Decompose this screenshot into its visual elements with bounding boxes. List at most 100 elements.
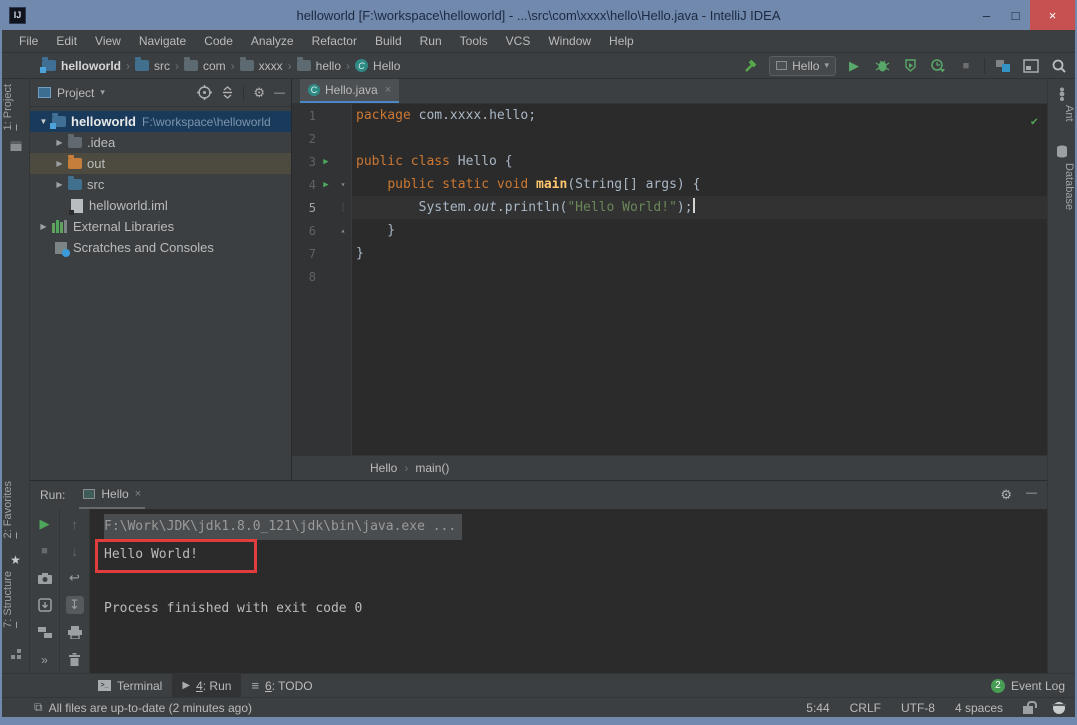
run-toolbar-secondary: ↑ ↓ ↩ ↧ <box>60 509 90 673</box>
run-with-profiler-button[interactable] <box>928 56 948 76</box>
breadcrumb-xxxx[interactable]: xxxx <box>240 59 283 73</box>
close-tab-icon[interactable]: × <box>385 84 391 96</box>
locate-file-button[interactable] <box>197 85 212 100</box>
restore-layout-button[interactable] <box>36 596 54 614</box>
run-console-output[interactable]: F:\Work\JDK\jdk1.8.0_121\jdk\bin\java.ex… <box>90 509 1047 673</box>
breadcrumb-hello[interactable]: hello <box>297 59 341 73</box>
soft-wrap-button[interactable]: ↩ <box>66 569 84 587</box>
menu-file[interactable]: File <box>10 30 47 52</box>
tree-row-scratches[interactable]: Scratches and Consoles <box>30 237 291 258</box>
tree-row-idea[interactable]: ▶ .idea <box>30 132 291 153</box>
hide-panel-button[interactable]: — <box>274 87 285 99</box>
breadcrumb-class-hello[interactable]: CHello <box>355 59 400 73</box>
tree-collapsed-icon[interactable]: ▶ <box>54 159 65 168</box>
tool-window-button-ant[interactable]: Ant <box>1048 105 1075 122</box>
frame-icon[interactable]: ⧉ <box>34 700 43 715</box>
breadcrumb-method[interactable]: main() <box>415 461 449 475</box>
inspection-profile-icon[interactable] <box>1053 702 1065 714</box>
run-toolbar-primary: ▶ ■ » <box>30 509 60 673</box>
run-tab-hello[interactable]: Hello × <box>79 481 145 509</box>
project-view-selector[interactable]: Project <box>57 86 94 100</box>
line-ending-indicator[interactable]: CRLF <box>850 701 881 715</box>
project-tree: ▼ helloworld F:\workspace\helloworld ▶ .… <box>30 107 291 258</box>
tree-collapsed-icon[interactable]: ▶ <box>38 222 49 231</box>
tree-row-helloworld[interactable]: ▼ helloworld F:\workspace\helloworld <box>30 111 291 132</box>
close-tab-icon[interactable]: × <box>135 488 141 500</box>
screenshot-button[interactable] <box>36 569 54 587</box>
menu-help[interactable]: Help <box>600 30 643 52</box>
print-button[interactable] <box>66 623 84 641</box>
menu-refactor[interactable]: Refactor <box>303 30 366 52</box>
run-main-gutter-icon[interactable]: ▶ <box>316 180 336 190</box>
tree-expanded-icon[interactable]: ▼ <box>38 117 49 126</box>
menu-code[interactable]: Code <box>195 30 242 52</box>
tool-window-button-database[interactable]: Database <box>1048 163 1075 210</box>
project-folder-icon <box>52 116 66 127</box>
code-text[interactable]: package com.xxxx.hello; public class Hel… <box>352 104 1047 455</box>
debug-button[interactable] <box>872 56 892 76</box>
encoding-indicator[interactable]: UTF-8 <box>901 701 935 715</box>
tree-row-external-libraries[interactable]: ▶ External Libraries <box>30 216 291 237</box>
dump-threads-button[interactable] <box>36 623 54 641</box>
console-exit-line: Process finished with exit code 0 <box>104 596 1047 622</box>
hide-panel-button[interactable]: — <box>1026 487 1037 503</box>
menu-navigate[interactable]: Navigate <box>130 30 195 52</box>
run-with-coverage-button[interactable] <box>900 56 920 76</box>
tool-window-button-project[interactable]: 1: Project <box>2 84 29 130</box>
unlock-icon[interactable] <box>1023 706 1033 714</box>
caret-position[interactable]: 5:44 <box>806 701 829 715</box>
event-log-button[interactable]: 2 Event Log <box>991 679 1065 693</box>
more-actions-button[interactable]: » <box>41 653 48 667</box>
tree-row-out[interactable]: ▶ out <box>30 153 291 174</box>
fold-end-icon[interactable]: ▴ <box>336 226 350 235</box>
menu-vcs[interactable]: VCS <box>497 30 540 52</box>
run-configuration-dropdown[interactable]: Hello ▾ <box>769 56 836 76</box>
project-structure-button[interactable] <box>993 56 1013 76</box>
stop-button[interactable]: ■ <box>956 56 976 76</box>
menu-window[interactable]: Window <box>539 30 600 52</box>
search-everywhere-button[interactable] <box>1049 56 1069 76</box>
tool-window-button-run[interactable]: ▶ 4: Run <box>172 674 241 697</box>
collapse-all-button[interactable] <box>221 86 234 99</box>
clear-console-button[interactable] <box>66 650 84 668</box>
menu-analyze[interactable]: Analyze <box>242 30 303 52</box>
run-button[interactable]: ▶ <box>844 56 864 76</box>
breadcrumb-class[interactable]: Hello <box>370 461 397 475</box>
tree-row-src[interactable]: ▶ src <box>30 174 291 195</box>
prev-occurrence-button[interactable]: ↑ <box>66 515 84 533</box>
code-editor[interactable]: 1 2 3▶ 4▶▾ 5│ 6▴ 7 8 package com.xxxx.he… <box>292 104 1047 455</box>
settings-gear-icon[interactable]: ⚙ <box>1000 487 1012 503</box>
run-class-gutter-icon[interactable]: ▶ <box>316 157 336 167</box>
tree-row-iml[interactable]: helloworld.iml <box>30 195 291 216</box>
menu-build[interactable]: Build <box>366 30 411 52</box>
next-occurrence-button[interactable]: ↓ <box>66 542 84 560</box>
maximize-window-button[interactable]: □ <box>1001 0 1030 30</box>
settings-gear-icon[interactable]: ⚙ <box>253 85 265 101</box>
project-view-icon <box>38 87 51 98</box>
build-project-button[interactable] <box>741 56 761 76</box>
tree-collapsed-icon[interactable]: ▶ <box>54 138 65 147</box>
fold-start-icon[interactable]: ▾ <box>336 180 350 189</box>
tool-window-button-todo[interactable]: ≡ 6: TODO <box>241 674 322 697</box>
breadcrumb-com[interactable]: com <box>184 59 226 73</box>
breadcrumb-project[interactable]: helloworld <box>42 59 121 73</box>
chevron-icon: › <box>346 59 350 73</box>
stop-process-button[interactable]: ■ <box>36 542 54 560</box>
tool-window-button-favorites[interactable]: 2: Favorites <box>2 481 29 538</box>
tool-windows-button[interactable] <box>1021 56 1041 76</box>
menu-edit[interactable]: Edit <box>47 30 86 52</box>
rerun-button[interactable]: ▶ <box>36 515 54 533</box>
tool-window-button-terminal[interactable]: >_ Terminal <box>88 674 172 697</box>
indent-indicator[interactable]: 4 spaces <box>955 701 1003 715</box>
editor-tab-hello-java[interactable]: C Hello.java × <box>300 79 399 103</box>
tool-window-button-structure[interactable]: 7: Structure <box>2 571 29 628</box>
tree-collapsed-icon[interactable]: ▶ <box>54 180 65 189</box>
menu-run[interactable]: Run <box>411 30 451 52</box>
menu-tools[interactable]: Tools <box>451 30 497 52</box>
window-title: helloworld [F:\workspace\helloworld] - .… <box>2 8 1075 23</box>
menu-view[interactable]: View <box>86 30 130 52</box>
scroll-to-end-button[interactable]: ↧ <box>66 596 84 614</box>
close-window-button[interactable]: × <box>1030 0 1075 30</box>
minimize-window-button[interactable]: – <box>972 0 1001 30</box>
breadcrumb-src[interactable]: src <box>135 59 170 73</box>
